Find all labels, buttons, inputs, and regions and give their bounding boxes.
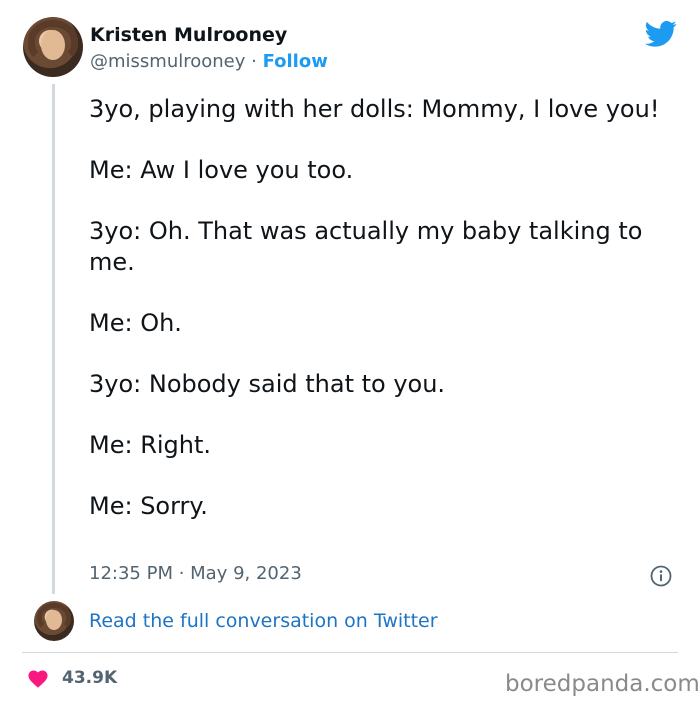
read-full-conversation-link[interactable]: Read the full conversation on Twitter bbox=[89, 610, 438, 632]
info-icon[interactable] bbox=[650, 565, 672, 587]
tweet-line: Me: Aw I love you too. bbox=[89, 156, 354, 184]
divider bbox=[22, 652, 678, 653]
tweet-timestamp[interactable]: 12:35 PM · May 9, 2023 bbox=[89, 563, 302, 584]
tweet-line: 3yo: Oh. That was actually my baby talki… bbox=[89, 217, 643, 276]
tweet-line: Me: Right. bbox=[89, 431, 212, 459]
like-count: 43.9K bbox=[62, 668, 118, 688]
tweet-text: 3yo, playing with her dolls: Mommy, I lo… bbox=[89, 94, 689, 552]
author-avatar[interactable] bbox=[23, 17, 83, 77]
follow-button[interactable]: Follow bbox=[263, 51, 328, 72]
heart-icon[interactable] bbox=[27, 668, 49, 688]
author-name[interactable]: Kristen Mulrooney bbox=[90, 24, 287, 46]
twitter-bird-icon[interactable] bbox=[645, 20, 677, 48]
author-handle-row: @missmulrooney · Follow bbox=[90, 51, 328, 72]
tweet-line: Me: Sorry. bbox=[89, 492, 208, 520]
thread-line bbox=[52, 84, 55, 594]
conversation-avatar[interactable] bbox=[34, 601, 74, 641]
tweet-line: Me: Oh. bbox=[89, 309, 182, 337]
watermark: boredpanda.com bbox=[505, 671, 700, 697]
embedded-tweet-card: Kristen Mulrooney @missmulrooney · Follo… bbox=[0, 0, 700, 705]
handle-separator: · bbox=[245, 51, 263, 72]
tweet-line: 3yo, playing with her dolls: Mommy, I lo… bbox=[89, 95, 660, 123]
author-handle[interactable]: @missmulrooney bbox=[90, 51, 245, 72]
tweet-line: 3yo: Nobody said that to you. bbox=[89, 370, 446, 398]
